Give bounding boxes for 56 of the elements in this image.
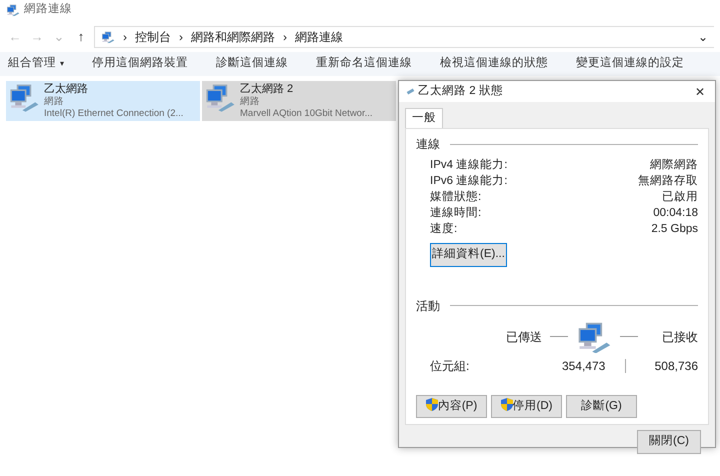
close-button[interactable]: ✕ (693, 82, 707, 100)
field-label: IPv6 連線能力: (430, 174, 508, 190)
field-label: IPv4 連線能力: (430, 158, 508, 174)
connection-status: 網路 (240, 96, 261, 108)
dialog-button[interactable]: 診斷(G) (566, 394, 637, 418)
up-button[interactable]: ↑ (72, 27, 90, 47)
connection-name: 乙太網路 2 (240, 83, 294, 96)
field-value: 無網路存取 (638, 174, 698, 190)
bytes-label: 位元組: (430, 358, 470, 375)
network-computer-icon (8, 83, 40, 112)
close-dialog-button[interactable]: 關閉(C) (637, 430, 701, 454)
received-bytes: 508,736 (654, 358, 698, 375)
field-label: 速度: (430, 222, 458, 238)
toolbar-button[interactable]: 組合管理 ▾ (8, 55, 64, 73)
toolbar-button[interactable]: 停用這個網路裝置 (92, 55, 188, 73)
connection-item[interactable]: 乙太網路 網路 Intel(R) Ethernet Connection (2... (6, 81, 200, 121)
network-computer-icon (204, 83, 236, 112)
connection-item[interactable]: 乙太網路 2 網路 Marvell AQtion 10Gbit Networ... (202, 81, 396, 121)
toolbar-button[interactable]: 診斷這個連線 (216, 55, 288, 73)
sent-label: 已傳送 (506, 328, 542, 346)
field-label: 媒體狀態: (430, 190, 482, 206)
connection-device: Marvell AQtion 10Gbit Networ... (240, 108, 373, 120)
dialog-button[interactable]: 內容(P) (416, 394, 487, 418)
tab[interactable]: 一般 (405, 108, 443, 128)
breadcrumb[interactable]: 控制台 (135, 28, 171, 46)
network-computer-icon (576, 320, 612, 353)
field-value: 00:04:18 (653, 206, 698, 222)
plug-icon (406, 88, 414, 95)
received-label: 已接收 (662, 328, 698, 346)
network-icon (101, 30, 115, 44)
connection-status: 網路 (44, 96, 65, 108)
window-title: 網路連線 (24, 2, 72, 18)
address-dropdown[interactable]: ⌄ (698, 28, 708, 46)
details-button[interactable]: 詳細資料(E)... (430, 243, 507, 266)
breadcrumb-separator: › (179, 29, 183, 46)
dialog-button[interactable]: 停用(D) (491, 394, 562, 418)
breadcrumb[interactable]: 網路連線 (295, 28, 343, 46)
field-value: 網際網路 (650, 158, 698, 174)
group-label: 連線 (416, 136, 440, 154)
breadcrumb-separator: › (283, 29, 287, 46)
breadcrumb[interactable]: 網路和網際網路 (191, 28, 275, 46)
address-bar[interactable]: › 控制台 › 網路和網際網路 › 網路連線 ⌄ (94, 26, 714, 48)
sent-bytes: 354,473 (560, 358, 606, 375)
breadcrumb-separator: › (123, 29, 127, 46)
connection-device: Intel(R) Ethernet Connection (2... (44, 108, 184, 120)
toolbar-button[interactable]: 重新命名這個連線 (316, 55, 412, 73)
network-icon (6, 4, 20, 16)
toolbar-button[interactable]: 變更這個連線的設定 (576, 55, 684, 73)
field-label: 連線時間: (430, 206, 482, 222)
caret-icon: ▾ (60, 59, 64, 68)
field-value: 已啟用 (662, 190, 698, 206)
dialog-title: 乙太網路 2 狀態 (418, 84, 503, 99)
toolbar-button[interactable]: 檢視這個連線的狀態 (440, 55, 548, 73)
field-value: 2.5 Gbps (651, 222, 698, 238)
connection-name: 乙太網路 (44, 83, 89, 96)
group-label: 活動 (416, 298, 440, 314)
